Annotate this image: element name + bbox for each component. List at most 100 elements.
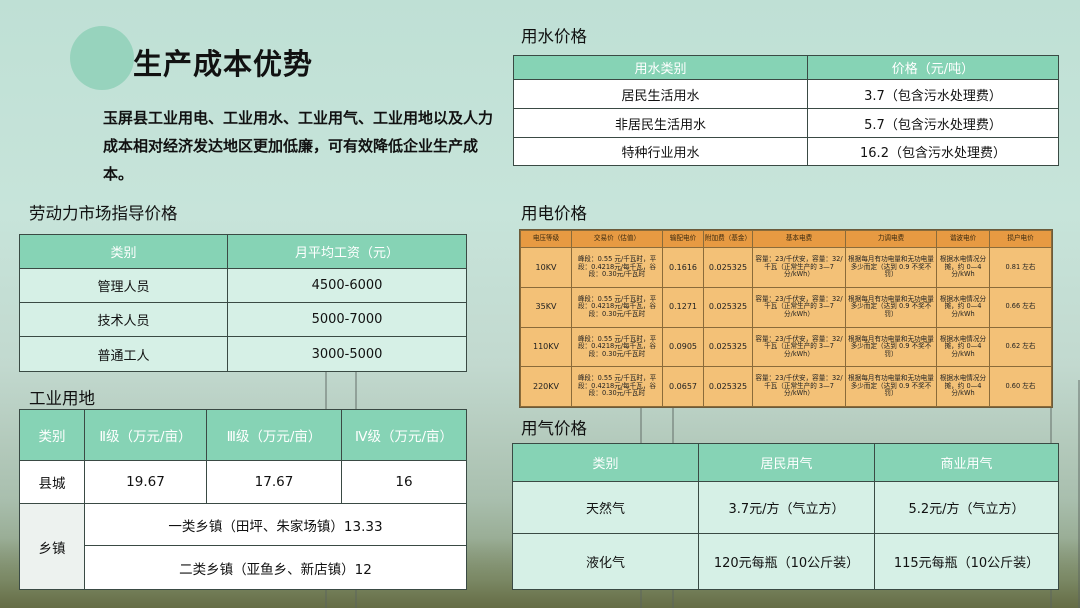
table-header-cell: Ⅱ级（万元/亩）	[84, 409, 207, 461]
table-cell: 峰段：0.55 元/千瓦时，平段：0.4218元/每千瓦，谷段：0.30元/千瓦…	[571, 326, 663, 368]
table-header-row: 类别 居民用气 商业用气	[512, 443, 1059, 482]
table-cell: 非居民生活用水	[513, 108, 808, 138]
table-header-cell: Ⅳ级（万元/亩）	[341, 409, 467, 461]
table-row: 居民生活用水 3.7（包含污水处理费）	[513, 79, 1059, 109]
table-header-cell: 居民用气	[698, 443, 875, 482]
table-row: 县城 19.67 17.67 16	[19, 460, 467, 504]
table-cell: 二类乡镇（亚鱼乡、新店镇）12	[84, 545, 467, 590]
land-table: 类别 Ⅱ级（万元/亩） Ⅲ级（万元/亩） Ⅳ级（万元/亩） 县城 19.67 1…	[19, 409, 467, 590]
table-header-cell: 谐波电价	[936, 230, 990, 248]
table-cell: 天然气	[512, 481, 699, 534]
table-cell: 0.025325	[703, 326, 753, 368]
table-cell: 5000-7000	[227, 302, 467, 337]
table-cell: 110KV	[520, 326, 572, 368]
table-header-row: 类别 Ⅱ级（万元/亩） Ⅲ级（万元/亩） Ⅳ级（万元/亩）	[19, 409, 467, 461]
table-header-cell: 附加费（基金）	[703, 230, 753, 248]
table-cell: 3.7元/方（气立方）	[698, 481, 875, 534]
table-cell: 5.2元/方（气立方）	[874, 481, 1059, 534]
table-row: 35KV 峰段：0.55 元/千瓦时，平段：0.4218元/每千瓦，谷段：0.3…	[520, 286, 1052, 328]
table-row: 乡镇 一类乡镇（田坪、朱家场镇）13.33	[19, 503, 467, 590]
labor-table: 类别 月平均工资（元） 管理人员 4500-6000 技术人员 5000-700…	[19, 234, 467, 372]
table-cell: 0.025325	[703, 247, 753, 288]
gas-section-title: 用气价格	[521, 419, 587, 438]
table-cell: 普通工人	[19, 336, 228, 372]
table-cell: 35KV	[520, 286, 572, 328]
table-cell: 115元每瓶（10公斤装）	[874, 533, 1059, 590]
table-cell: 一类乡镇（田坪、朱家场镇）13.33	[84, 503, 467, 546]
table-header-cell: Ⅲ级（万元/亩）	[206, 409, 342, 461]
table-cell: 根据每月有功电量和无功电量多少而定（达到 0.9 不奖不罚）	[845, 326, 937, 368]
table-row: 220KV 峰段：0.55 元/千瓦时，平段：0.4218元/每千瓦，谷段：0.…	[520, 366, 1052, 407]
table-row: 二类乡镇（亚鱼乡、新店镇）12	[20, 545, 467, 590]
table-cell: 根据水电情况分摊，约 0—4 分/kWh	[936, 366, 990, 407]
electricity-price-table-image: 电压等级 交易价（估值） 输配电价 附加费（基金） 基本电费 力调电费 谐波电价…	[519, 229, 1053, 408]
table-cell: 17.67	[206, 460, 342, 504]
electricity-section-title: 用电价格	[521, 204, 587, 223]
table-cell: 3000-5000	[227, 336, 467, 372]
decorative-circle	[70, 26, 134, 90]
table-cell: 根据水电情况分摊，约 0—4 分/kWh	[936, 247, 990, 288]
table-cell: 0.60 左右	[989, 366, 1052, 407]
table-header-cell: 类别	[512, 443, 699, 482]
table-header-cell: 类别	[19, 409, 85, 461]
table-cell: 居民生活用水	[513, 79, 808, 109]
table-cell: 3.7（包含污水处理费）	[807, 79, 1059, 109]
table-cell: 乡镇	[19, 503, 85, 590]
table-row: 10KV 峰段：0.55 元/千瓦时，平段：0.4218元/每千瓦，谷段：0.3…	[520, 247, 1052, 288]
gas-table: 类别 居民用气 商业用气 天然气 3.7元/方（气立方） 5.2元/方（气立方）…	[512, 443, 1059, 590]
table-header-cell: 用水类别	[513, 55, 808, 80]
table-header-cell: 电压等级	[520, 230, 572, 248]
table-cell: 液化气	[512, 533, 699, 590]
table-header-cell: 基本电费	[752, 230, 846, 248]
table-cell: 5.7（包含污水处理费）	[807, 108, 1059, 138]
table-cell: 10KV	[520, 247, 572, 288]
table-cell: 根据每月有功电量和无功电量多少而定（达到 0.9 不奖不罚）	[845, 247, 937, 288]
table-row: 管理人员 4500-6000	[19, 268, 467, 303]
table-cell: 120元每瓶（10公斤装）	[698, 533, 875, 590]
table-cell: 0.0657	[662, 366, 704, 407]
table-cell: 0.81 左右	[989, 247, 1052, 288]
table-row: 非居民生活用水 5.7（包含污水处理费）	[513, 108, 1059, 138]
electricity-table: 电压等级 交易价（估值） 输配电价 附加费（基金） 基本电费 力调电费 谐波电价…	[520, 230, 1052, 407]
table-row: 110KV 峰段：0.55 元/千瓦时，平段：0.4218元/每千瓦，谷段：0.…	[520, 326, 1052, 368]
table-row: 技术人员 5000-7000	[19, 302, 467, 337]
land-section-title: 工业用地	[29, 389, 95, 408]
labor-section-title: 劳动力市场指导价格	[29, 204, 178, 223]
table-cell: 根据每月有功电量和无功电量多少而定（达到 0.9 不奖不罚）	[845, 366, 937, 407]
table-cell: 0.0905	[662, 326, 704, 368]
table-cell: 16	[341, 460, 467, 504]
table-cell: 技术人员	[19, 302, 228, 337]
table-cell: 县城	[19, 460, 85, 504]
table-cell: 19.67	[84, 460, 207, 504]
table-header-cell: 力调电费	[845, 230, 937, 248]
table-row: 普通工人 3000-5000	[19, 336, 467, 372]
table-header-row: 类别 月平均工资（元）	[19, 234, 467, 269]
table-cell: 0.1616	[662, 247, 704, 288]
table-row: 液化气 120元每瓶（10公斤装） 115元每瓶（10公斤装）	[512, 533, 1059, 590]
table-header-cell: 交易价（估值）	[571, 230, 663, 248]
table-cell: 容量：23/千伏安，容量：32/千瓦（正常生产的 3—7 分/kWh）	[752, 366, 846, 407]
table-cell: 0.62 左右	[989, 326, 1052, 368]
table-cell: 峰段：0.55 元/千瓦时，平段：0.4218元/每千瓦，谷段：0.30元/千瓦…	[571, 247, 663, 288]
table-header-cell: 输配电价	[662, 230, 704, 248]
table-row: 天然气 3.7元/方（气立方） 5.2元/方（气立方）	[512, 481, 1059, 534]
table-cell: 根据水电情况分摊，约 0—4 分/kWh	[936, 326, 990, 368]
table-cell: 容量：23/千伏安，容量：32/千瓦（正常生产的 3—7 分/kWh）	[752, 247, 846, 288]
table-cell: 0.66 左右	[989, 286, 1052, 328]
table-cell: 0.025325	[703, 286, 753, 328]
page-title: 生产成本优势	[133, 47, 314, 81]
table-cell: 容量：23/千伏安，容量：32/千瓦（正常生产的 3—7 分/kWh）	[752, 326, 846, 368]
table-header-cell: 价格（元/吨）	[807, 55, 1059, 80]
table-header-cell: 类别	[19, 234, 228, 269]
table-header-cell: 月平均工资（元）	[227, 234, 467, 269]
table-cell: 峰段：0.55 元/千瓦时，平段：0.4218元/每千瓦，谷段：0.30元/千瓦…	[571, 286, 663, 328]
intro-paragraph: 玉屏县工业用电、工业用水、工业用气、工业用地以及人力成本相对经济发达地区更加低廉…	[103, 109, 494, 183]
water-table: 用水类别 价格（元/吨） 居民生活用水 3.7（包含污水处理费） 非居民生活用水…	[513, 55, 1059, 166]
table-cell: 0.025325	[703, 366, 753, 407]
table-cell: 容量：23/千伏安，容量：32/千瓦（正常生产的 3—7 分/kWh）	[752, 286, 846, 328]
water-section-title: 用水价格	[521, 27, 587, 46]
table-cell: 管理人员	[19, 268, 228, 303]
table-cell: 根据每月有功电量和无功电量多少而定（达到 0.9 不奖不罚）	[845, 286, 937, 328]
table-header-row: 电压等级 交易价（估值） 输配电价 附加费（基金） 基本电费 力调电费 谐波电价…	[520, 230, 1052, 248]
table-cell: 峰段：0.55 元/千瓦时，平段：0.4218元/每千瓦，谷段：0.30元/千瓦…	[571, 366, 663, 407]
